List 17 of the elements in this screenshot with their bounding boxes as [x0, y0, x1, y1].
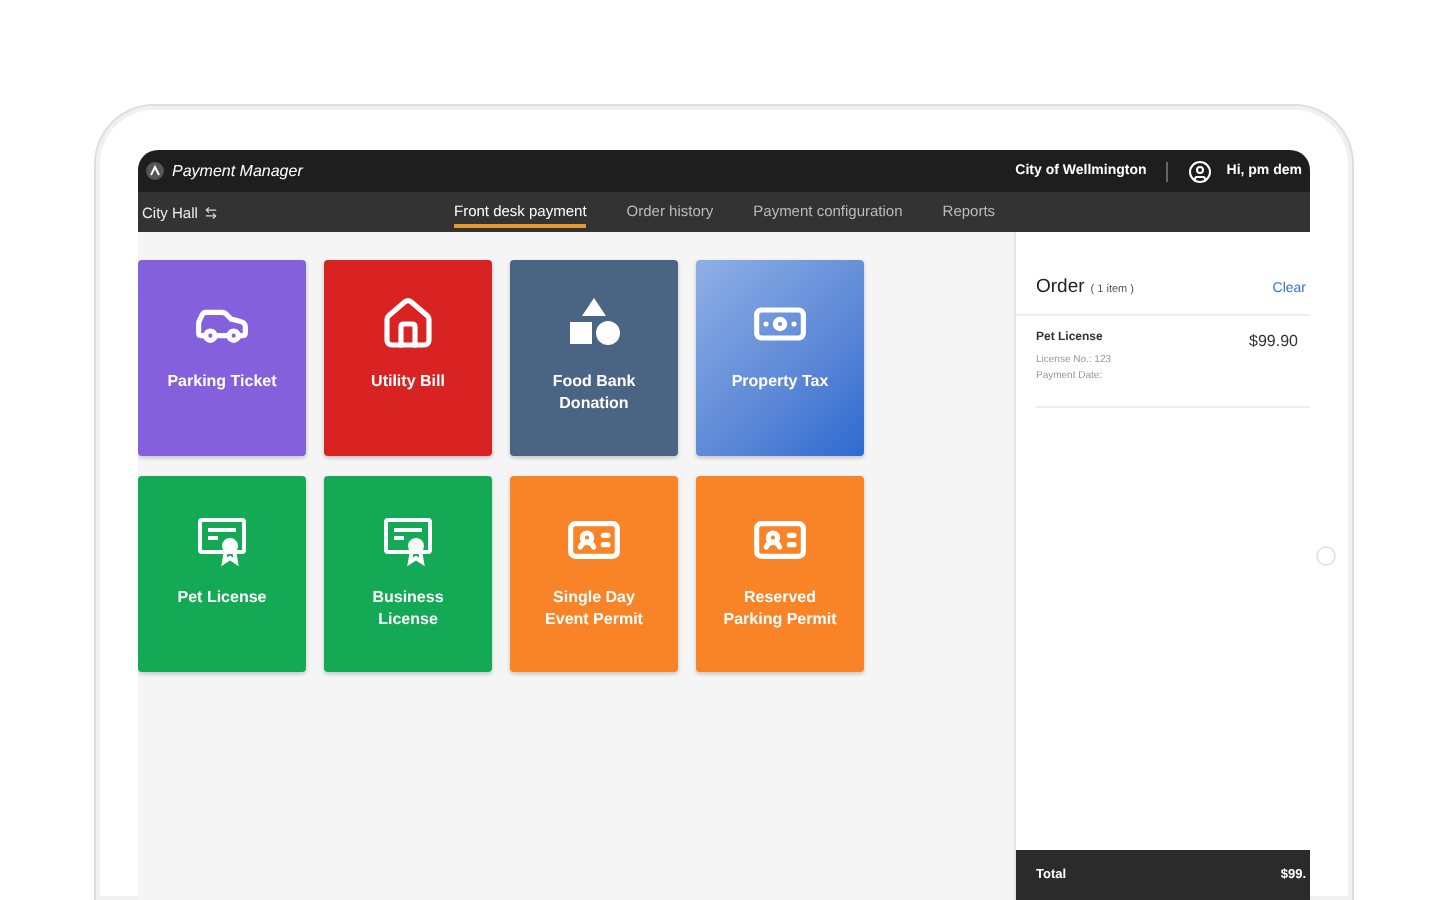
payment-tile[interactable]: Utility Bill	[324, 260, 492, 456]
payment-tile[interactable]: Food Bank Donation	[510, 260, 678, 456]
switch-icon[interactable]	[203, 205, 218, 219]
app-title: Payment Manager	[172, 162, 303, 180]
house-icon	[380, 296, 436, 352]
user-icon[interactable]	[1188, 159, 1213, 183]
payment-tile[interactable]: Parking Ticket	[138, 260, 306, 456]
certificate-icon	[380, 512, 436, 568]
order-title: Order	[1036, 276, 1085, 298]
payment-tile[interactable]: Business License	[324, 476, 492, 672]
payment-tile[interactable]: Reserved Parking Permit	[696, 476, 864, 672]
logo-icon	[146, 162, 164, 180]
item-price: $99.90	[1249, 332, 1298, 350]
payment-tile[interactable]: Property Tax	[696, 260, 864, 456]
payment-tile[interactable]: Single Day Event Permit	[510, 476, 678, 672]
certificate-icon	[194, 512, 250, 568]
payment-tile[interactable]: Pet License	[138, 476, 306, 672]
